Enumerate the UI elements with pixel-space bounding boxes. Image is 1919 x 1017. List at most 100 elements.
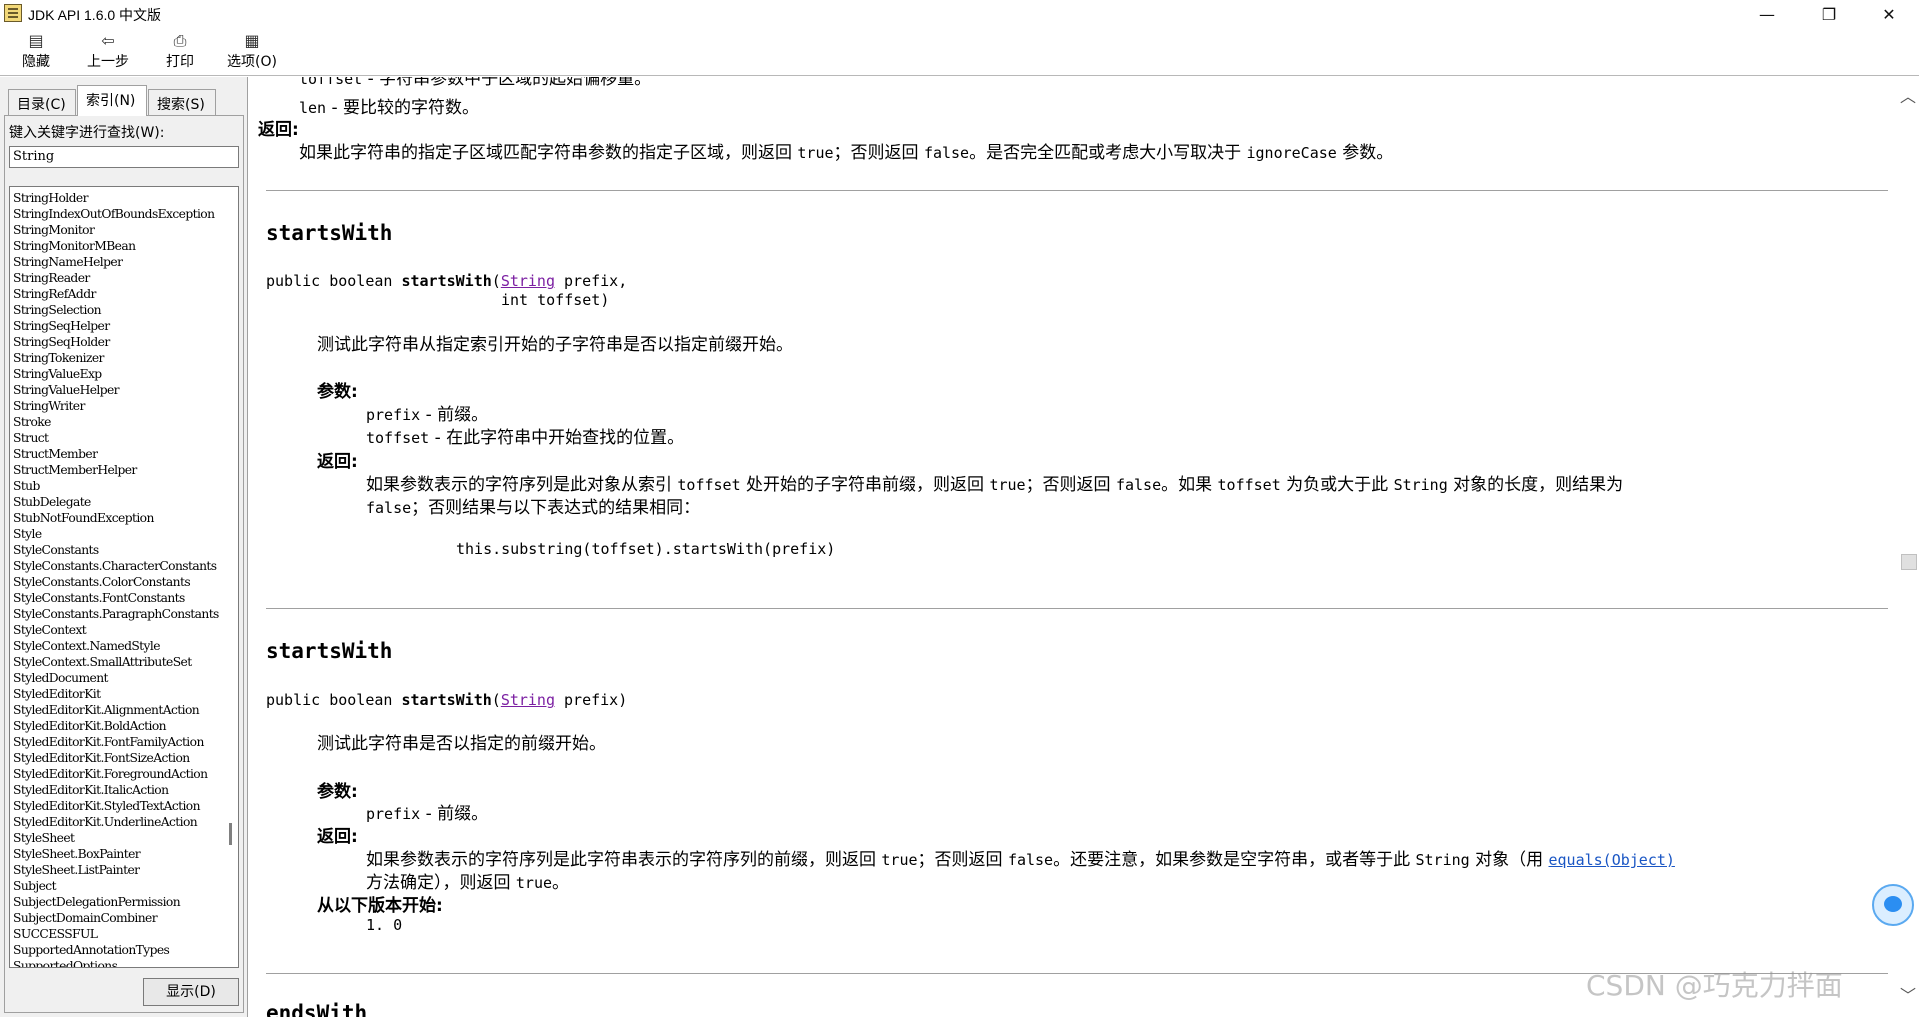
index-list-item[interactable]: StyledEditorKit.FontSizeAction	[13, 750, 221, 766]
index-scroll-thumb[interactable]	[229, 823, 232, 845]
text: 如果此字符串的指定子区域匹配字符串参数的指定子区域，则返回	[299, 143, 798, 163]
scroll-up-icon[interactable]: ︿	[1900, 83, 1916, 107]
print-button[interactable]: ⎙ 打印	[160, 30, 200, 74]
index-list-item[interactable]: Subject	[13, 878, 221, 894]
divider	[266, 608, 1888, 609]
minimize-button[interactable]: —	[1744, 0, 1790, 28]
index-list-item[interactable]: SubjectDelegationPermission	[13, 894, 221, 910]
index-list-item[interactable]: StyledEditorKit.ItalicAction	[13, 782, 221, 798]
code: toffset	[677, 476, 741, 494]
index-list-item[interactable]: StyleConstants.FontConstants	[13, 590, 221, 606]
index-list-item[interactable]: StringNameHelper	[13, 254, 221, 270]
returns-label: 返回:	[258, 120, 299, 140]
sig-method-name: startsWith	[401, 691, 492, 709]
hide-button[interactable]: ▤ 隐藏	[16, 30, 56, 74]
back-button[interactable]: ⇦ 上一步	[80, 30, 136, 74]
index-list[interactable]: StringHolder StringIndexOutOfBoundsExcept…	[9, 186, 239, 968]
index-list-item[interactable]: StyleConstants	[13, 542, 221, 558]
tab-index[interactable]: 索引(N)	[77, 85, 147, 116]
code-example: this.substring(toffset).startsWith(prefi…	[456, 540, 836, 558]
index-list-item[interactable]: StyledEditorKit.FontFamilyAction	[13, 734, 221, 750]
code: ignoreCase	[1246, 144, 1337, 162]
display-button[interactable]: 显示(D)	[143, 978, 239, 1006]
options-label: 选项(O)	[227, 54, 277, 70]
index-list-item[interactable]: StructMember	[13, 446, 221, 462]
code: false	[923, 144, 970, 162]
nav-tabs: 目录(C) 索引(N) 搜索(S)	[4, 85, 244, 116]
index-list-item[interactable]: StringMonitor	[13, 222, 221, 238]
param-name: prefix	[366, 805, 421, 823]
index-tab-panel: 键入关键字进行查找(W): String StringHolder StringI…	[4, 115, 244, 1013]
restore-button[interactable]: ❐	[1806, 0, 1852, 28]
index-list-item[interactable]: StringSelection	[13, 302, 221, 318]
index-list-item[interactable]: SUCCESSFUL	[13, 926, 221, 942]
text: 。如果	[1161, 475, 1218, 495]
index-list-item[interactable]: StyleSheet.ListPainter	[13, 862, 221, 878]
string-type-link[interactable]: String	[501, 691, 555, 709]
param-desc: - 前缀。	[420, 405, 489, 425]
navigation-pane: 目录(C) 索引(N) 搜索(S) 键入关键字进行查找(W): String S…	[0, 77, 248, 1017]
index-list-item[interactable]: StyleContext.NamedStyle	[13, 638, 221, 654]
content-scroll-thumb[interactable]	[1901, 554, 1917, 570]
equals-link[interactable]: equals(Object)	[1549, 851, 1675, 869]
index-list-item[interactable]: StringTokenizer	[13, 350, 221, 366]
index-list-item[interactable]: StringHolder	[13, 190, 221, 206]
index-list-item[interactable]: StructMemberHelper	[13, 462, 221, 478]
returns-text: 如果参数表示的字符序列是此字符串表示的字符序列的前缀，则返回 true；否则返回…	[366, 845, 1675, 870]
options-button[interactable]: ▦ 选项(O)	[222, 30, 282, 74]
index-list-item[interactable]: StringSeqHolder	[13, 334, 221, 350]
index-list-item[interactable]: StyledEditorKit.AlignmentAction	[13, 702, 221, 718]
index-list-item[interactable]: StubDelegate	[13, 494, 221, 510]
index-list-item[interactable]: Struct	[13, 430, 221, 446]
close-button[interactable]: ✕	[1866, 0, 1912, 28]
doc-content: toffset - 字符串参数中子区域的起始偏移量。 len - 要比较的字符数…	[252, 77, 1897, 1017]
index-list-item[interactable]: Style	[13, 526, 221, 542]
returns-text-line2: false；否则结果与以下表达式的结果相同：	[366, 493, 700, 518]
param-name: len	[299, 99, 327, 117]
index-list-item[interactable]: StyleContext.SmallAttributeSet	[13, 654, 221, 670]
index-list-item[interactable]: StyleSheet.BoxPainter	[13, 846, 221, 862]
string-type-link[interactable]: String	[501, 272, 555, 290]
index-list-item[interactable]: StyledEditorKit.StyledTextAction	[13, 798, 221, 814]
index-list-item[interactable]: StyledDocument	[13, 670, 221, 686]
index-list-item[interactable]: StyledEditorKit.ForegroundAction	[13, 766, 221, 782]
index-list-item[interactable]: StringReader	[13, 270, 221, 286]
index-list-item[interactable]: StringRefAddr	[13, 286, 221, 302]
index-list-item[interactable]: SupportedOptions	[13, 958, 221, 967]
param-prefix-line: prefix - 前缀。	[366, 799, 488, 824]
index-list-item[interactable]: StyledEditorKit.UnderlineAction	[13, 814, 221, 830]
sig-paren: (	[491, 272, 501, 290]
method-description: 测试此字符串是否以指定的前缀开始。	[317, 734, 606, 754]
param-toffset-line: toffset - 在此字符串中开始查找的位置。	[366, 423, 684, 448]
scroll-down-icon[interactable]: ﹀	[1900, 982, 1916, 1006]
text: 方法确定），则返回	[366, 873, 516, 893]
index-list-item[interactable]: StyledEditorKit.BoldAction	[13, 718, 221, 734]
code: true	[797, 144, 834, 162]
param-name: prefix	[366, 406, 421, 424]
index-list-item[interactable]: Stroke	[13, 414, 221, 430]
index-list-item[interactable]: StyleConstants.CharacterConstants	[13, 558, 221, 574]
index-list-item[interactable]: StyleSheet	[13, 830, 221, 846]
index-list-item[interactable]: StyleConstants.ParagraphConstants	[13, 606, 221, 622]
index-list-item[interactable]: StringValueExp	[13, 366, 221, 382]
assistant-chat-icon[interactable]	[1872, 884, 1914, 926]
param-prefix-line: prefix - 前缀。	[366, 400, 488, 425]
content-scrollbar[interactable]: ︿ ﹀	[1897, 77, 1919, 1017]
index-list-item[interactable]: SubjectDomainCombiner	[13, 910, 221, 926]
index-list-item[interactable]: StringSeqHelper	[13, 318, 221, 334]
tab-search[interactable]: 搜索(S)	[148, 89, 216, 115]
index-list-item[interactable]: StyleContext	[13, 622, 221, 638]
index-list-item[interactable]: StyledEditorKit	[13, 686, 221, 702]
index-list-item[interactable]: StringIndexOutOfBoundsException	[13, 206, 221, 222]
index-scrollbar[interactable]	[222, 187, 238, 967]
index-list-item[interactable]: StyleConstants.ColorConstants	[13, 574, 221, 590]
index-list-item[interactable]: Stub	[13, 478, 221, 494]
tab-contents[interactable]: 目录(C)	[8, 89, 76, 115]
keyword-input[interactable]: String	[9, 146, 239, 168]
index-list-item[interactable]: StringMonitorMBean	[13, 238, 221, 254]
index-list-item[interactable]: StringWriter	[13, 398, 221, 414]
index-list-item[interactable]: StubNotFoundException	[13, 510, 221, 526]
returns-label: 返回:	[317, 452, 358, 472]
index-list-item[interactable]: SupportedAnnotationTypes	[13, 942, 221, 958]
index-list-item[interactable]: StringValueHelper	[13, 382, 221, 398]
